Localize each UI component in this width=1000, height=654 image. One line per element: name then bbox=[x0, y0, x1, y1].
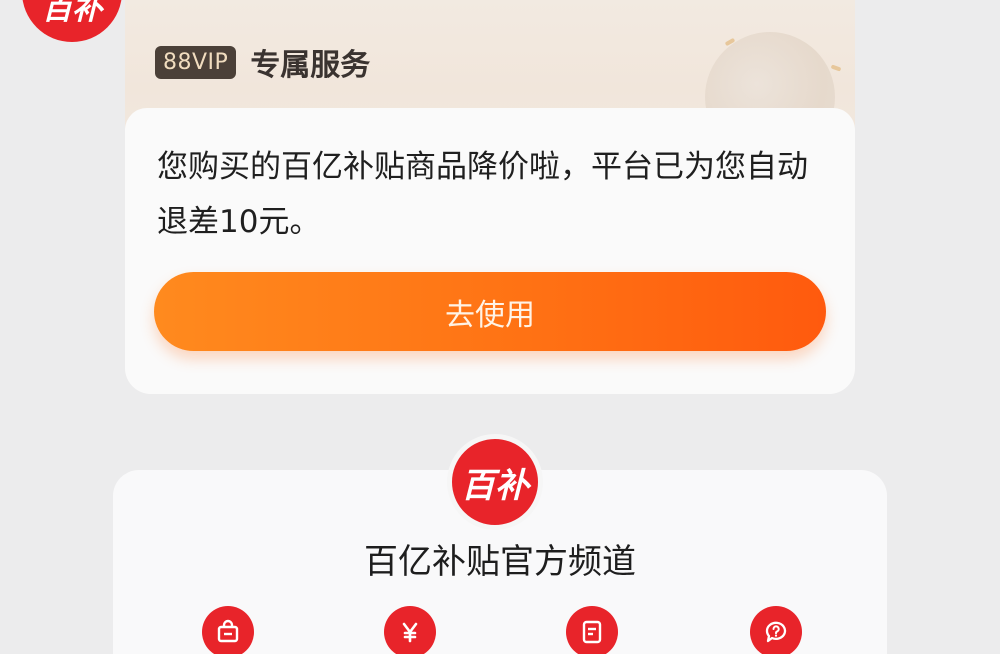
vip-message-panel: 您购买的百亿补贴商品降价啦，平台已为您自动退差10元。 去使用 bbox=[125, 108, 855, 394]
vip-header: 88VIP 专属服务 bbox=[155, 40, 370, 84]
shopping-bag-icon[interactable] bbox=[202, 606, 254, 654]
page: 百补 88VIP 专属服务 您购买的百亿补贴商品降价啦，平台已为您自动退差10元… bbox=[0, 0, 1000, 654]
baibu-logo-icon: 百补 bbox=[22, 0, 122, 42]
sparkle-decoration bbox=[830, 64, 842, 72]
use-button[interactable]: 去使用 bbox=[154, 272, 826, 351]
question-icon[interactable] bbox=[750, 606, 802, 654]
channel-logo-text: 百补 bbox=[461, 465, 529, 506]
refund-message: 您购买的百亿补贴商品降价啦，平台已为您自动退差10元。 bbox=[157, 149, 808, 240]
corner-logo-text: 百补 bbox=[42, 0, 102, 27]
channel-title[interactable]: 百亿补贴官方频道 bbox=[0, 534, 1000, 583]
document-icon[interactable] bbox=[566, 606, 618, 654]
vip-badge: 88VIP bbox=[155, 45, 237, 79]
vip-service-card: 88VIP 专属服务 您购买的百亿补贴商品降价啦，平台已为您自动退差10元。 去… bbox=[125, 0, 855, 394]
baibu-channel-logo-icon: 百补 bbox=[447, 434, 543, 530]
yuan-icon[interactable] bbox=[384, 606, 436, 654]
vip-title: 专属服务 bbox=[250, 48, 371, 83]
channel-icon-row bbox=[0, 606, 1000, 654]
